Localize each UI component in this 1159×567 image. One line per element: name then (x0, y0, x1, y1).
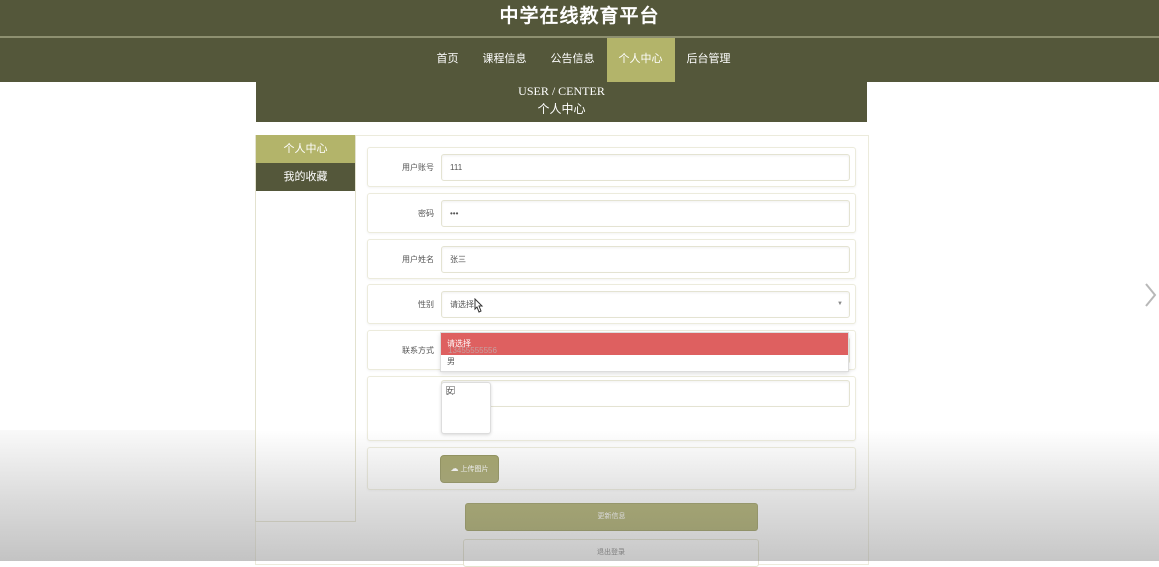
account-row: 用户账号 111 (367, 147, 856, 187)
gender-row: 性别 请选择 ▼ (367, 284, 856, 324)
password-row: 密码 ••• (367, 193, 856, 233)
banner-title-en: USER / CENTER (518, 84, 605, 98)
gender-dropdown: 请选择 男 (440, 332, 849, 372)
avatar-input-bg (441, 380, 850, 407)
side-item-favorites[interactable]: 我的收藏 (256, 163, 355, 191)
contact-value-behind-dropdown: 13455555556 (448, 346, 497, 355)
logout-button[interactable]: 退出登录 (463, 539, 759, 567)
upload-image-label: 上传图片 (460, 466, 489, 473)
chevron-down-icon: ▼ (837, 301, 843, 307)
banner-title-cn: 个人中心 (537, 102, 586, 116)
site-title: 中学在线教育平台 (499, 6, 660, 27)
broken-image-icon (446, 386, 455, 394)
contact-label: 联系方式 (402, 346, 434, 355)
account-label: 用户账号 (402, 163, 434, 172)
nav-home[interactable]: 首页 (425, 38, 471, 82)
name-input[interactable]: 张三 (441, 246, 850, 273)
name-label: 用户姓名 (402, 255, 434, 264)
avatar-preview[interactable]: 女 (441, 382, 491, 434)
side-menu: 个人中心 我的收藏 (255, 135, 356, 522)
bottom-fade-left (0, 430, 255, 561)
side-item-user-center[interactable]: 个人中心 (256, 135, 355, 163)
upload-image-button[interactable]: ☁ 上传图片 (440, 455, 499, 483)
gender-select[interactable]: 请选择 ▼ (441, 291, 850, 318)
nav-courses[interactable]: 课程信息 (471, 38, 539, 82)
site-header: 中学在线教育平台 首页 课程信息 公告信息 个人中心 后台管理 (0, 0, 1159, 82)
gender-label: 性别 (418, 300, 434, 309)
account-input[interactable]: 111 (441, 154, 850, 181)
gender-select-value: 请选择 (450, 300, 474, 309)
pointer-cursor-icon (474, 298, 484, 313)
cloud-icon: ☁ (450, 464, 459, 473)
section-banner: USER / CENTER 个人中心 (256, 82, 867, 122)
nav-admin[interactable]: 后台管理 (675, 38, 743, 82)
update-info-button[interactable]: 更新信息 (465, 503, 758, 531)
nav-user-center[interactable]: 个人中心 (606, 38, 675, 82)
nav-announcements[interactable]: 公告信息 (539, 38, 607, 82)
password-input[interactable]: ••• (441, 200, 850, 227)
gender-option[interactable]: 男 (441, 355, 848, 368)
main-nav: 首页 课程信息 公告信息 个人中心 后台管理 (0, 38, 1159, 82)
chevron-right-icon[interactable] (1142, 281, 1158, 309)
gender-option[interactable]: 请选择 (441, 333, 848, 355)
name-row: 用户姓名 张三 (367, 239, 856, 279)
password-label: 密码 (418, 209, 434, 218)
